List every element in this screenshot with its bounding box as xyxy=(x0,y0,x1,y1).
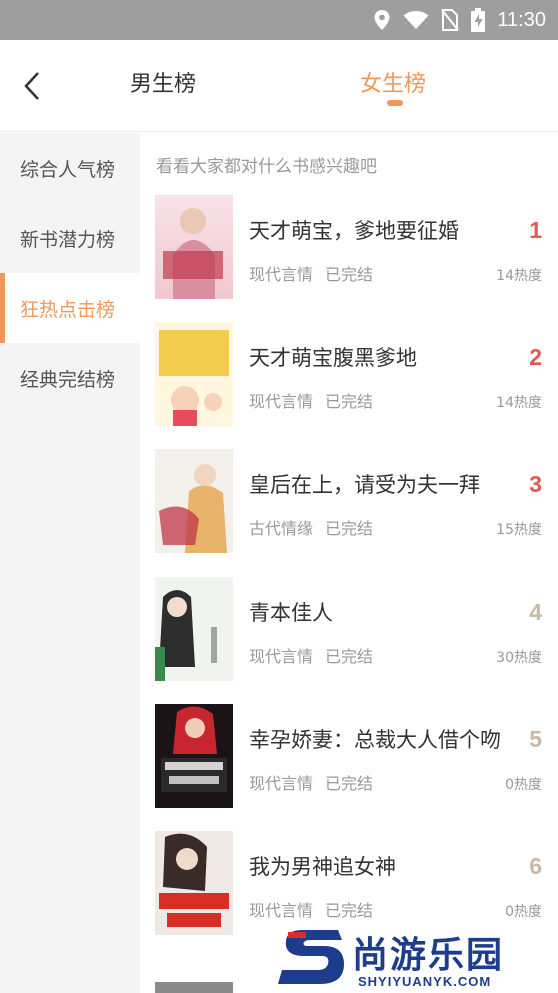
book-meta: 现代言情 已完结 xyxy=(249,388,373,412)
sidebar-item-new-potential[interactable]: 新书潜力榜 xyxy=(0,203,140,273)
book-title: 青本佳人 xyxy=(249,601,333,625)
site-watermark: 尚游乐园 SHYIYUANYK.COM xyxy=(278,920,558,993)
watermark-text: 尚游乐园 xyxy=(352,935,505,976)
heat-value: 15热度 xyxy=(496,522,542,538)
status-bar: 11:30 xyxy=(0,0,558,40)
status-time: 11:30 xyxy=(497,8,546,31)
book-cover xyxy=(155,195,233,299)
wifi-icon xyxy=(403,11,429,29)
book-item[interactable]: 天才萌宝腹黑爹地 现代言情 已完结 2 14热度 xyxy=(140,322,558,449)
book-status: 已完结 xyxy=(325,774,374,793)
book-cover xyxy=(155,449,233,553)
book-meta: 现代言情 已完结 xyxy=(249,643,373,667)
book-cover xyxy=(155,704,233,808)
back-arrow-icon xyxy=(24,72,39,100)
battery-charging-icon xyxy=(471,8,486,32)
book-meta: 现代言情 已完结 xyxy=(249,770,373,794)
book-genre: 现代言情 xyxy=(249,647,314,666)
heat-value: 30热度 xyxy=(496,650,542,666)
rank-number: 5 xyxy=(529,726,542,752)
book-genre: 现代言情 xyxy=(249,265,314,284)
location-icon xyxy=(374,10,390,30)
heat-value: 14热度 xyxy=(496,268,542,284)
book-status: 已完结 xyxy=(325,519,374,538)
book-status: 已完结 xyxy=(325,265,374,284)
watermark-logo-icon xyxy=(278,930,344,984)
book-status: 已完结 xyxy=(325,392,374,411)
tab-male-ranking[interactable]: 男生榜 xyxy=(130,66,196,98)
top-bar: 男生榜 女生榜 xyxy=(0,40,558,132)
tab-female-ranking[interactable]: 女生榜 xyxy=(360,66,426,98)
book-genre: 现代言情 xyxy=(249,901,314,920)
book-title: 幸孕娇妻：总裁大人借个吻 xyxy=(249,728,501,752)
book-status: 已完结 xyxy=(325,647,374,666)
book-title: 我为男神追女神 xyxy=(249,855,396,879)
book-genre: 现代言情 xyxy=(249,392,314,411)
back-button[interactable] xyxy=(14,66,50,106)
rank-number: 2 xyxy=(529,344,542,370)
book-item[interactable]: 青本佳人 现代言情 已完结 4 30热度 xyxy=(140,577,558,704)
watermark-url: SHYIYUANYK.COM xyxy=(358,974,492,989)
book-title: 天才萌宝，爹地要征婚 xyxy=(249,219,459,243)
rank-number: 4 xyxy=(529,599,542,625)
book-item[interactable]: 幸孕娇妻：总裁大人借个吻 现代言情 已完结 5 0热度 xyxy=(140,704,558,831)
no-sim-icon xyxy=(441,9,460,31)
book-genre: 现代言情 xyxy=(249,774,314,793)
book-meta: 现代言情 已完结 xyxy=(249,261,373,285)
status-icons: 11:30 xyxy=(373,0,546,40)
sidebar-item-popularity[interactable]: 综合人气榜 xyxy=(0,133,140,203)
active-tab-indicator xyxy=(387,100,403,106)
rank-number: 3 xyxy=(529,471,542,497)
list-hint: 看看大家都对什么书感兴趣吧 xyxy=(156,157,377,177)
book-cover xyxy=(155,577,233,681)
book-cover xyxy=(155,831,233,935)
heat-value: 0热度 xyxy=(505,904,542,920)
sidebar-item-classic-finished[interactable]: 经典完结榜 xyxy=(0,343,140,413)
book-cover-partial xyxy=(155,982,233,993)
sidebar-item-hot-clicks[interactable]: 狂热点击榜 xyxy=(0,273,140,343)
book-genre: 古代情缘 xyxy=(249,519,314,538)
book-meta: 现代言情 已完结 xyxy=(249,897,373,921)
book-cover xyxy=(155,322,233,426)
rank-number: 1 xyxy=(529,217,542,243)
book-title: 皇后在上，请受为夫一拜 xyxy=(249,473,480,497)
book-item[interactable]: 天才萌宝，爹地要征婚 现代言情 已完结 1 14热度 xyxy=(140,195,558,322)
book-meta: 古代情缘 已完结 xyxy=(249,515,373,539)
book-status: 已完结 xyxy=(325,901,374,920)
book-title: 天才萌宝腹黑爹地 xyxy=(249,346,417,370)
heat-value: 0热度 xyxy=(505,777,542,793)
heat-value: 14热度 xyxy=(496,395,542,411)
book-item[interactable]: 皇后在上，请受为夫一拜 古代情缘 已完结 3 15热度 xyxy=(140,449,558,576)
rank-number: 6 xyxy=(529,853,542,879)
ranking-sidebar: 综合人气榜 新书潜力榜 狂热点击榜 经典完结榜 xyxy=(0,133,140,993)
